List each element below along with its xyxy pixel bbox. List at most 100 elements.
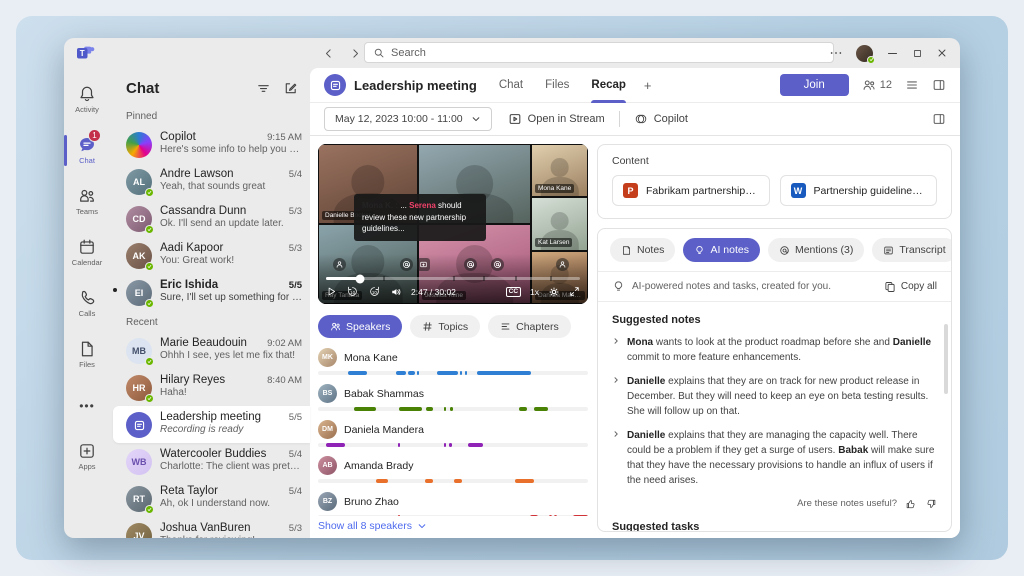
scrollbar-thumb[interactable] xyxy=(944,324,948,394)
section-label: Pinned xyxy=(110,105,310,126)
chat-item-name: Cassandra Dunn xyxy=(160,205,283,217)
thumb-up-icon[interactable] xyxy=(905,498,917,510)
rewind-10-icon[interactable]: 10 xyxy=(346,285,359,298)
chat-list-item[interactable]: AKAadi Kapoor5/3You: Great work! xyxy=(110,237,310,274)
notes-tab-ai-notes[interactable]: AI notes xyxy=(683,238,760,262)
window-titlebar[interactable]: T Search xyxy=(64,38,960,68)
speaker-name: Babak Shammas xyxy=(344,388,424,400)
at-marker-icon[interactable] xyxy=(464,258,477,271)
speech-segment xyxy=(549,515,552,516)
chat-list-item[interactable]: RTReta Taylor5/4Ah, ok I understand now. xyxy=(110,480,310,517)
tab-recap[interactable]: Recap xyxy=(591,68,626,103)
speech-segment xyxy=(444,443,447,447)
list-view-icon[interactable] xyxy=(905,78,919,92)
rail-item-teams[interactable]: Teams xyxy=(64,176,110,227)
open-in-stream-button[interactable]: Open in Stream xyxy=(508,112,605,126)
rail-item-calls[interactable]: Calls xyxy=(64,278,110,329)
speaker-timeline[interactable] xyxy=(318,515,588,516)
chat-list-item[interactable]: EIEric Ishida5/5Sure, I'll set up someth… xyxy=(110,274,310,311)
filter-topics[interactable]: Topics xyxy=(410,315,480,338)
filter-chapters[interactable]: Chapters xyxy=(488,315,571,338)
chevron-right-icon[interactable] xyxy=(612,376,620,384)
copy-all-button[interactable]: Copy all xyxy=(884,281,937,293)
chapters-icon xyxy=(500,321,511,332)
notes-tab-label: Notes xyxy=(637,244,664,256)
chevron-right-icon[interactable] xyxy=(612,337,620,345)
nav-back-icon[interactable] xyxy=(322,47,335,60)
rail-item-activity[interactable]: Activity xyxy=(64,74,110,125)
rail-item-calendar[interactable]: Calendar xyxy=(64,227,110,278)
chat-list-item[interactable]: Leadership meeting5/5Recording is ready xyxy=(113,406,310,443)
seek-thumb[interactable] xyxy=(356,274,365,283)
notes-tab-mentions-3-[interactable]: Mentions (3) xyxy=(768,238,864,262)
file-chip[interactable]: WPartnership guidelines.docx xyxy=(780,175,938,206)
chat-list-item[interactable]: JVJoshua VanBuren5/3Thanks for reviewing… xyxy=(110,517,310,538)
rail-item-label: Chat xyxy=(79,156,95,165)
show-all-speakers-link[interactable]: Show all 8 speakers xyxy=(318,520,588,532)
speaker-avatar: MK xyxy=(318,348,337,367)
user-avatar[interactable] xyxy=(856,45,873,62)
new-chat-icon[interactable] xyxy=(283,81,298,96)
notes-tab-transcript[interactable]: Transcript xyxy=(872,238,952,262)
video-player[interactable]: Danielle BookerRay TanakaJessica KlineMo… xyxy=(318,144,588,304)
seek-bar[interactable] xyxy=(326,277,580,280)
filter-speakers[interactable]: Speakers xyxy=(318,315,402,338)
filter-icon[interactable] xyxy=(256,81,271,96)
person-marker-icon[interactable] xyxy=(333,258,346,271)
speech-segment xyxy=(534,407,548,411)
chat-list-item[interactable]: WBWatercooler Buddies5/4Charlotte: The c… xyxy=(110,443,310,480)
speaker-timeline[interactable] xyxy=(318,371,588,375)
chat-list-item[interactable]: Copilot9:15 AMHere's some info to help y… xyxy=(110,126,310,163)
speaker-name: Bruno Zhao xyxy=(344,496,399,508)
date-range-dropdown[interactable]: May 12, 2023 10:00 - 11:00 xyxy=(324,107,492,131)
rail-item-chat[interactable]: Chat1 xyxy=(64,125,110,176)
more-options-icon[interactable] xyxy=(829,46,843,60)
apps-icon xyxy=(78,442,96,460)
chat-list-panel: Chat PinnedCopilot9:15 AMHere's some inf… xyxy=(110,68,310,538)
chevron-right-icon[interactable] xyxy=(612,430,620,438)
slide-marker-icon[interactable] xyxy=(417,258,430,271)
open-pane-icon[interactable] xyxy=(932,78,946,92)
fullscreen-icon[interactable] xyxy=(569,286,580,297)
volume-icon[interactable] xyxy=(390,286,402,298)
settings-gear-icon[interactable] xyxy=(548,286,560,298)
at-marker-icon[interactable] xyxy=(491,258,504,271)
speaker-timeline[interactable] xyxy=(318,479,588,483)
chat-item-time: 5/4 xyxy=(289,449,302,460)
attendee-count[interactable]: 12 xyxy=(862,78,892,92)
search-input[interactable]: Search xyxy=(364,42,834,63)
join-button[interactable]: Join xyxy=(780,74,849,96)
minimize-button[interactable] xyxy=(886,47,899,60)
forward-10-icon[interactable]: 10 xyxy=(368,285,381,298)
notes-tab-notes[interactable]: Notes xyxy=(610,238,675,262)
person-marker-icon[interactable] xyxy=(556,258,569,271)
chat-list-item[interactable]: HRHilary Reyes8:40 AMHaha! xyxy=(110,369,310,406)
rail-item-files[interactable]: Files xyxy=(64,329,110,380)
copilot-button[interactable]: Copilot xyxy=(634,112,688,126)
rail-item-apps[interactable]: Apps xyxy=(64,431,110,482)
file-chip[interactable]: PFabrikam partnership.pptx xyxy=(612,175,770,206)
add-tab-button[interactable]: + xyxy=(644,78,652,93)
nav-forward-icon[interactable] xyxy=(349,47,362,60)
chat-list-item[interactable]: CDCassandra Dunn5/3Ok. I'll send an upda… xyxy=(110,200,310,237)
tab-files[interactable]: Files xyxy=(545,68,569,103)
chat-list-item[interactable]: MBMarie Beaudouin9:02 AMOhhh I see, yes … xyxy=(110,332,310,369)
rail-item-more[interactable]: ••• xyxy=(64,380,110,431)
avatar: EI xyxy=(126,280,152,306)
open-pane-icon[interactable] xyxy=(932,112,946,126)
close-button[interactable] xyxy=(936,47,948,59)
speaker-timeline[interactable] xyxy=(318,407,588,411)
maximize-button[interactable] xyxy=(912,48,923,59)
at-marker-icon[interactable] xyxy=(400,258,413,271)
speech-segment xyxy=(425,479,433,483)
meeting-title: Leadership meeting xyxy=(354,78,477,93)
play-icon[interactable] xyxy=(326,286,337,297)
chat-item-time: 5/4 xyxy=(289,169,302,180)
chat-list-item[interactable]: ALAndre Lawson5/4Yeah, that sounds great xyxy=(110,163,310,200)
speaker-timeline[interactable] xyxy=(318,443,588,447)
thumb-down-icon[interactable] xyxy=(925,498,937,510)
closed-captions-button[interactable]: CC xyxy=(506,287,521,297)
playback-rate[interactable]: 1x xyxy=(530,287,539,297)
meeting-header: Leadership meeting Chat Files Recap + Join… xyxy=(310,68,960,103)
tab-chat[interactable]: Chat xyxy=(499,68,523,103)
